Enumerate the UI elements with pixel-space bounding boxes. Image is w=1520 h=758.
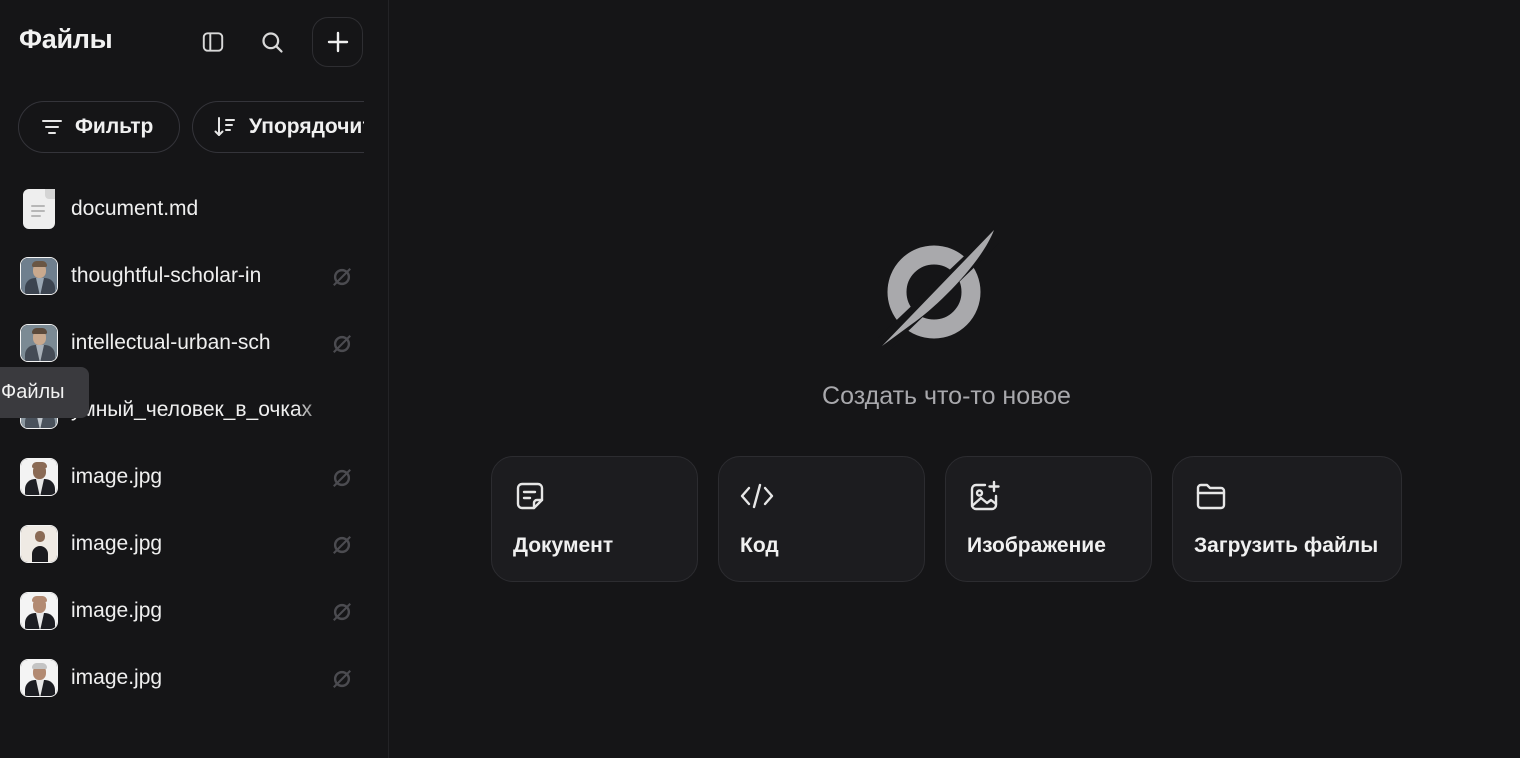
image-plus-icon bbox=[970, 480, 1000, 511]
sort-label: Упорядочить bbox=[249, 115, 364, 138]
toggle-sidebar-button[interactable] bbox=[188, 17, 238, 67]
generated-mark-icon[interactable] bbox=[331, 668, 353, 690]
generated-mark-icon[interactable] bbox=[331, 333, 353, 355]
files-sidebar: Файлы Фильтр Упорядочи document.md thoug… bbox=[0, 0, 389, 758]
create-document-card[interactable]: Документ bbox=[491, 456, 698, 582]
empty-state-title: Создать что-то новое bbox=[822, 382, 1071, 410]
image-thumbnail bbox=[20, 458, 58, 496]
file-name: image.jpg bbox=[71, 465, 163, 488]
app-logo-icon bbox=[878, 228, 1000, 348]
sidebar-title: Файлы bbox=[19, 24, 113, 54]
generated-mark-icon[interactable] bbox=[331, 467, 353, 489]
search-button[interactable] bbox=[247, 17, 297, 67]
generated-mark-icon[interactable] bbox=[331, 601, 353, 623]
file-name: image.jpg bbox=[71, 532, 163, 555]
search-icon bbox=[261, 31, 283, 53]
generated-mark-icon[interactable] bbox=[331, 266, 353, 288]
image-thumbnail bbox=[20, 324, 58, 362]
image-thumbnail bbox=[20, 592, 58, 630]
card-label: Код bbox=[740, 534, 779, 557]
generated-mark-icon[interactable] bbox=[331, 534, 353, 556]
card-label: Документ bbox=[513, 534, 614, 557]
code-icon bbox=[740, 483, 774, 509]
plus-icon bbox=[327, 31, 348, 53]
sort-button-clip: Упорядочить bbox=[192, 95, 364, 159]
filter-button[interactable]: Фильтр bbox=[18, 101, 180, 153]
list-item[interactable]: image.jpg bbox=[0, 444, 389, 511]
sort-icon bbox=[214, 117, 235, 136]
add-file-button[interactable] bbox=[312, 17, 363, 67]
document-icon bbox=[516, 482, 544, 510]
tooltip: Файлы bbox=[0, 367, 89, 418]
filter-icon bbox=[42, 120, 62, 134]
image-thumbnail bbox=[20, 257, 58, 295]
list-item[interactable]: image.jpg bbox=[0, 578, 389, 645]
upload-files-card[interactable]: Загрузить файлы bbox=[1172, 456, 1402, 582]
card-label: Изображение bbox=[967, 534, 1106, 557]
document-file-icon bbox=[23, 189, 55, 229]
list-item[interactable]: image.jpg bbox=[0, 645, 389, 712]
list-item[interactable]: thoughtful-scholar-in bbox=[0, 243, 389, 310]
sort-button[interactable]: Упорядочить bbox=[192, 101, 364, 153]
image-thumbnail bbox=[20, 659, 58, 697]
card-label: Загрузить файлы bbox=[1194, 534, 1379, 557]
app-window: Файлы Фильтр Упорядочи document.md thoug… bbox=[0, 0, 1520, 758]
list-item[interactable]: document.md bbox=[0, 176, 389, 243]
folder-icon bbox=[1196, 483, 1226, 510]
image-thumbnail bbox=[20, 525, 58, 563]
file-name: image.jpg bbox=[71, 666, 163, 689]
file-name: image.jpg bbox=[71, 599, 163, 622]
file-name: thoughtful-scholar-in bbox=[71, 264, 262, 287]
filter-label: Фильтр bbox=[75, 115, 154, 138]
create-image-card[interactable]: Изображение bbox=[945, 456, 1152, 582]
file-list: document.md thoughtful-scholar-in intell… bbox=[0, 176, 389, 712]
create-code-card[interactable]: Код bbox=[718, 456, 925, 582]
file-name: intellectual-urban-sch bbox=[71, 331, 271, 354]
file-name: умный_человек_в_очках bbox=[71, 398, 313, 421]
main-content: Создать что-то новое Документ Код Изобра… bbox=[390, 0, 1520, 758]
list-item[interactable]: image.jpg bbox=[0, 511, 389, 578]
file-name: document.md bbox=[71, 197, 199, 220]
sidebar-panel-icon bbox=[202, 32, 224, 52]
